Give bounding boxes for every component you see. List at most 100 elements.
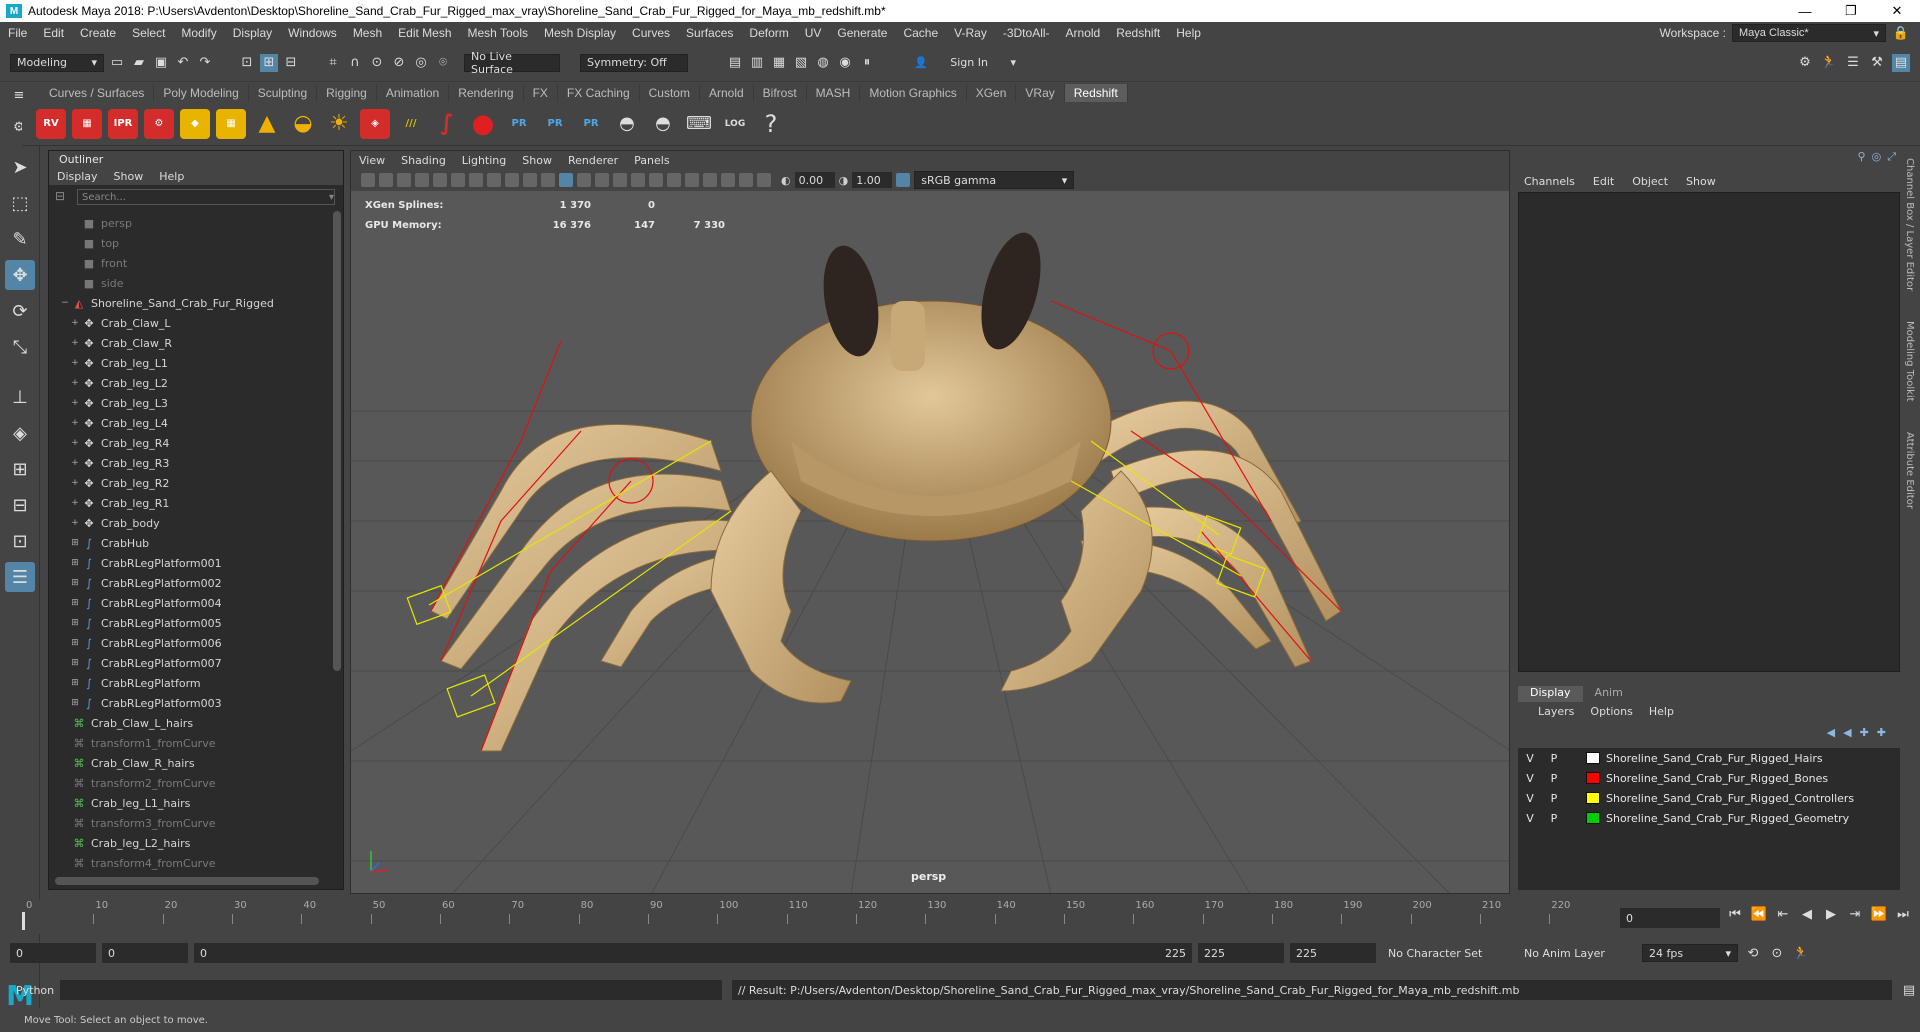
shelf-tab-sculpting[interactable]: Sculpting (249, 84, 318, 102)
play-forwards-icon[interactable]: ▶ (1822, 905, 1840, 923)
outliner-item[interactable]: ⊞ ∫ CrabRLegPlatform003 (49, 693, 329, 713)
scene-end-field[interactable]: 225 (1290, 943, 1376, 963)
outliner-item[interactable]: + ✥ Crab_leg_L4 (49, 413, 329, 433)
render-frame-icon[interactable]: ▤ (726, 54, 744, 72)
textured-icon[interactable] (595, 173, 609, 187)
expand-toggle-icon[interactable]: + (69, 478, 81, 488)
outliner-item[interactable]: ⌘ transform1_fromCurve (49, 733, 329, 753)
lasso-tool-icon[interactable]: ⬚ (5, 188, 35, 218)
expand-toggle-icon[interactable]: + (69, 378, 81, 388)
outliner-item[interactable]: ⊞ ∫ CrabRLegPlatform004 (49, 593, 329, 613)
two-view-icon[interactable]: ⊡ (5, 526, 35, 556)
layer-menu-help[interactable]: Help (1649, 705, 1674, 718)
expand-toggle-icon[interactable]: ⊞ (69, 598, 81, 608)
attribute-editor-icon[interactable]: ☰ (1844, 54, 1862, 72)
layer-row[interactable]: V P Shoreline_Sand_Crab_Fur_Rigged_Geometr… (1518, 808, 1900, 828)
viewport-menu-renderer[interactable]: Renderer (568, 154, 618, 167)
layer-playback-toggle[interactable]: P (1542, 772, 1566, 785)
render-settings-icon[interactable]: ▧ (792, 54, 810, 72)
menu-help[interactable]: Help (1168, 26, 1209, 40)
redshift-pr-icon-3[interactable]: PR (576, 109, 606, 139)
grid-icon[interactable] (433, 173, 447, 187)
shelf-tab-fx[interactable]: FX (524, 84, 558, 102)
outliner-item[interactable]: ■ side (49, 273, 329, 293)
layer-visibility-toggle[interactable]: V (1518, 772, 1542, 785)
outliner-item[interactable]: ⊞ ∫ CrabRLegPlatform007 (49, 653, 329, 673)
script-language-toggle[interactable]: Python (0, 984, 60, 997)
new-scene-icon[interactable]: ▭ (108, 54, 126, 72)
outliner-h-scrollbar[interactable] (55, 877, 319, 885)
layer-menu-layers[interactable]: Layers (1538, 705, 1574, 718)
paint-select-tool-icon[interactable]: ✎ (5, 224, 35, 254)
snap-view-icon[interactable]: ⊘ (390, 54, 408, 72)
menu-mesh-display[interactable]: Mesh Display (536, 26, 624, 40)
undo-icon[interactable]: ↶ (174, 54, 192, 72)
layer-playback-toggle[interactable]: P (1542, 752, 1566, 765)
layer-row[interactable]: V P Shoreline_Sand_Crab_Fur_Rigged_Hairs (1518, 748, 1900, 768)
menu-surfaces[interactable]: Surfaces (678, 26, 741, 40)
shelf-tab-xgen[interactable]: XGen (967, 84, 1017, 102)
snap-point-icon[interactable]: ⊙ (368, 54, 386, 72)
outliner-item[interactable]: ⌘ transform3_fromCurve (49, 813, 329, 833)
shelf-tab-rigging[interactable]: Rigging (317, 84, 377, 102)
wireframe-icon[interactable] (541, 173, 555, 187)
bookmarks-icon[interactable] (397, 173, 411, 187)
time-slider[interactable]: 0 10 20 30 40 50 60 70 80 90 100 110 120 130 140 150 160… (20, 900, 1620, 934)
render-view-icon[interactable]: ◉ (836, 54, 854, 72)
help-icon[interactable]: ? (756, 109, 786, 139)
side-tab-modeling-toolkit[interactable]: Modeling Toolkit (1904, 321, 1915, 402)
expand-toggle-icon[interactable]: + (69, 418, 81, 428)
current-frame-field[interactable]: 0 (1620, 908, 1720, 928)
playback-end-field[interactable]: 225 (1198, 943, 1284, 963)
snap-grid-icon[interactable]: ⌗ (324, 54, 342, 72)
channel-box-menu-object[interactable]: Object (1632, 175, 1668, 188)
ambient-occlusion-icon[interactable] (649, 173, 663, 187)
shelf-tab-redshift[interactable]: Redshift (1064, 84, 1128, 102)
redshift-script-icon[interactable]: ⌨ (684, 109, 714, 139)
resolution-gate-icon[interactable] (469, 173, 483, 187)
viewport-menu-panels[interactable]: Panels (634, 154, 669, 167)
layer-menu-options[interactable]: Options (1590, 705, 1632, 718)
outliner-item[interactable]: ⌘ transform4_fromCurve (49, 853, 329, 873)
channel-box-panel[interactable] (1518, 192, 1900, 672)
redshift-render-icon[interactable]: ▦ (72, 108, 102, 139)
shelf-tab-bifrost[interactable]: Bifrost (754, 84, 807, 102)
redshift-area-light-icon[interactable]: ▦ (216, 108, 246, 139)
isolate-select-icon[interactable] (703, 173, 717, 187)
select-component-icon[interactable]: ⊟ (282, 54, 300, 72)
side-tab-attribute-editor[interactable]: Attribute Editor (1904, 432, 1915, 509)
select-tool-icon[interactable]: ➤ (5, 152, 35, 182)
outliner-menu-display[interactable]: Display (57, 170, 98, 183)
four-view-icon[interactable]: ⊞ (5, 454, 35, 484)
redshift-render-view-icon[interactable]: RV (36, 108, 66, 139)
lock-icon[interactable]: 🔒 (1892, 24, 1910, 42)
menu-curves[interactable]: Curves (624, 26, 678, 40)
outliner-item[interactable]: ⌘ Crab_Claw_R_hairs (49, 753, 329, 773)
snap-curve-icon[interactable]: ∩ (346, 54, 364, 72)
layer-color-swatch[interactable] (1586, 792, 1600, 804)
exposure-field[interactable]: 0.00 (794, 172, 835, 188)
hypershade-icon[interactable]: ◍ (814, 54, 832, 72)
layer-color-swatch[interactable] (1586, 752, 1600, 764)
redshift-log-icon[interactable]: LOG (720, 109, 750, 139)
expand-toggle-icon[interactable]: + (69, 398, 81, 408)
outliner-item[interactable]: ⊞ ∫ CrabRLegPlatform005 (49, 613, 329, 633)
color-management-icon[interactable] (896, 173, 911, 187)
anim-prefs-icon[interactable]: 🏃 (1792, 944, 1810, 962)
outliner-item[interactable]: + ✥ Crab_leg_R3 (49, 453, 329, 473)
shelf-tab-fx-caching[interactable]: FX Caching (558, 84, 640, 102)
menu-edit-mesh[interactable]: Edit Mesh (390, 26, 459, 40)
expand-toggle-icon[interactable]: ⊞ (69, 578, 81, 588)
expand-toggle-icon[interactable]: ⊞ (69, 678, 81, 688)
layer-visibility-toggle[interactable]: V (1518, 812, 1542, 825)
outliner-item[interactable]: ⊞ ∫ CrabRLegPlatform006 (49, 633, 329, 653)
outliner-item[interactable]: ■ top (49, 233, 329, 253)
xray-joints-icon[interactable] (739, 173, 753, 187)
move-layer-up-icon[interactable]: ◀ (1827, 726, 1835, 739)
smooth-shade-icon[interactable] (559, 173, 573, 187)
gate-mask-icon[interactable] (487, 173, 501, 187)
redshift-light-icon[interactable]: ◆ (180, 108, 210, 139)
layer-visibility-toggle[interactable]: V (1518, 752, 1542, 765)
layer-color-swatch[interactable] (1586, 772, 1600, 784)
viewport-menu-shading[interactable]: Shading (401, 154, 446, 167)
